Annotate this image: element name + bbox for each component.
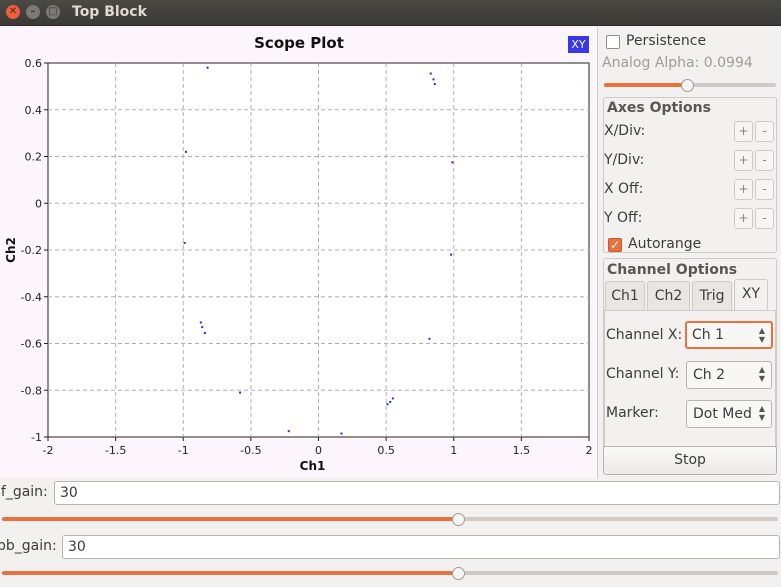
x-offset-minus-button[interactable]: - [755, 179, 774, 200]
window-title: Top Block [72, 4, 147, 20]
autorange-checkbox[interactable] [608, 238, 622, 252]
data-point [432, 78, 435, 81]
updown-arrows-icon: ▲ ▼ [758, 365, 765, 383]
xy-mode-badge: XY [568, 36, 589, 53]
persistence-label: Persistence [626, 33, 707, 49]
data-point [391, 397, 394, 400]
data-point [239, 391, 242, 394]
axes-options-title: Axes Options [607, 100, 711, 116]
data-point [183, 241, 186, 244]
data-point [450, 253, 453, 256]
if-gain-label: if_gain: [0, 484, 48, 500]
x-axis-label: Ch1 [300, 459, 326, 473]
channel-x-label: Channel X: [606, 327, 683, 343]
close-window-button[interactable]: ✕ [6, 5, 20, 19]
x-div-minus-button[interactable]: - [755, 121, 774, 142]
if-gain-slider-fill [2, 517, 458, 521]
tab-ch2[interactable]: Ch2 [647, 281, 690, 310]
window-titlebar: ✕ – □ Top Block [0, 0, 781, 26]
x-tick-label: 1.5 [513, 444, 531, 457]
x-tick-label: 0 [315, 444, 322, 457]
channel-y-select[interactable]: Ch 2 ▲ ▼ [686, 361, 772, 389]
data-point [433, 83, 436, 86]
channel-y-value: Ch 2 [693, 367, 726, 383]
data-point [199, 321, 202, 324]
marker-value: Dot Med [693, 406, 752, 422]
y-offset-label: Y Off: [604, 210, 643, 226]
data-point [386, 403, 389, 406]
y-tick-label: -0.6 [21, 338, 42, 351]
plot-title: Scope Plot [254, 34, 344, 52]
data-point [340, 432, 343, 435]
data-point [451, 161, 454, 164]
data-point [429, 72, 432, 75]
data-point [428, 337, 431, 340]
stop-button[interactable]: Stop [603, 446, 777, 475]
tab-ch1[interactable]: Ch1 [605, 281, 645, 310]
y-tick-label: -0.8 [21, 384, 42, 397]
if-gain-slider-handle[interactable] [452, 513, 465, 526]
x-tick-label: 0.5 [377, 444, 395, 457]
updown-arrows-icon: ▲ ▼ [758, 326, 765, 344]
maximize-window-button[interactable]: □ [46, 5, 60, 19]
y-div-minus-button[interactable]: - [755, 150, 774, 171]
persistence-checkbox[interactable] [606, 35, 620, 49]
x-tick-label: 1 [450, 444, 457, 457]
x-tick-label: -1 [178, 444, 189, 457]
updown-arrows-icon: ▲ ▼ [758, 404, 765, 422]
analog-alpha-slider-fill [604, 83, 687, 87]
y-tick-label: -0.4 [21, 291, 42, 304]
y-offset-plus-button[interactable]: + [734, 208, 753, 229]
x-tick-label: -2 [43, 444, 54, 457]
y-axis-label: Ch2 [4, 237, 18, 263]
channel-y-label: Channel Y: [606, 366, 680, 382]
bb-gain-input[interactable]: 30 [62, 535, 780, 559]
x-div-plus-button[interactable]: + [734, 121, 753, 142]
x-tick-label: 2 [586, 444, 593, 457]
data-point [287, 430, 290, 433]
bb-gain-label: bb_gain: [0, 538, 57, 554]
marker-select[interactable]: Dot Med ▲ ▼ [686, 400, 772, 428]
x-offset-label: X Off: [604, 181, 644, 197]
channel-x-select[interactable]: Ch 1 ▲ ▼ [685, 321, 773, 349]
data-point [206, 66, 209, 69]
y-tick-label: 0 [35, 197, 42, 210]
y-div-label: Y/Div: [604, 152, 645, 168]
marker-label: Marker: [606, 405, 659, 421]
bb-gain-slider-fill [2, 571, 458, 575]
channel-x-value: Ch 1 [692, 327, 725, 343]
scope-plot-panel: -2 -1.5 -1 -0.5 0 0.5 1 1.5 2 0.6 0.4 0.2 0 -0.2 -0.4 -… [0, 27, 598, 478]
data-point [203, 331, 206, 334]
y-tick-label: 0.4 [25, 104, 43, 117]
control-panel: Persistence Analog Alpha: 0.0994 Axes Op… [600, 27, 781, 478]
if-gain-input[interactable]: 30 [54, 481, 780, 505]
y-div-plus-button[interactable]: + [734, 150, 753, 171]
bb-gain-slider-handle[interactable] [452, 567, 465, 580]
tab-xy[interactable]: XY [734, 279, 768, 310]
tab-trig[interactable]: Trig [692, 281, 732, 310]
channel-options-title: Channel Options [607, 262, 738, 278]
analog-alpha-slider-handle[interactable] [681, 79, 694, 92]
x-tick-label: -0.5 [240, 444, 261, 457]
data-point [184, 150, 187, 153]
autorange-label: Autorange [628, 236, 702, 252]
data-point [201, 326, 204, 329]
y-offset-minus-button[interactable]: - [755, 208, 774, 229]
analog-alpha-label: Analog Alpha: 0.0994 [602, 55, 753, 71]
y-tick-label: -1 [31, 431, 42, 444]
x-div-label: X/Div: [604, 123, 646, 139]
scope-plot-canvas[interactable]: -2 -1.5 -1 -0.5 0 0.5 1 1.5 2 0.6 0.4 0.2 0 -0.2 -0.4 -… [0, 27, 598, 478]
data-point [389, 400, 392, 403]
y-tick-label: 0.2 [25, 151, 43, 164]
x-tick-label: -1.5 [105, 444, 126, 457]
x-offset-plus-button[interactable]: + [734, 179, 753, 200]
y-tick-label: -0.2 [21, 244, 42, 257]
minimize-window-button[interactable]: – [26, 5, 40, 19]
y-tick-label: 0.6 [25, 57, 43, 70]
